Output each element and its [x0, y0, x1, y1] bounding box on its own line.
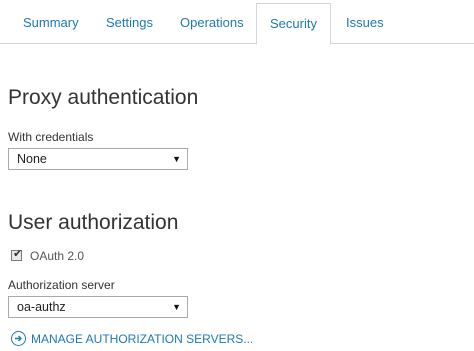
tab-operations[interactable]: Operations: [180, 14, 244, 32]
authorization-server-select[interactable]: oa-authz ▼: [8, 296, 188, 318]
proxy-authentication-heading: Proxy authentication: [8, 86, 199, 109]
tab-security[interactable]: Security: [256, 3, 331, 45]
dropdown-arrow-icon: ▼: [172, 154, 181, 164]
tab-settings[interactable]: Settings: [106, 14, 153, 32]
arrow-circle-icon: [11, 331, 26, 346]
authorization-server-label: Authorization server: [8, 278, 115, 292]
authorization-server-select-value: oa-authz: [17, 300, 66, 314]
checkmark-icon: ✔: [13, 248, 23, 260]
manage-authorization-servers-label: MANAGE AUTHORIZATION SERVERS...: [31, 332, 254, 346]
security-page: Summary Settings Operations Security Iss…: [0, 0, 474, 351]
oauth-checkbox-label: OAuth 2.0: [30, 249, 85, 263]
user-authorization-heading: User authorization: [8, 211, 179, 234]
tab-issues[interactable]: Issues: [346, 14, 384, 32]
oauth-checkbox[interactable]: ✔: [11, 248, 23, 261]
credentials-select[interactable]: None ▼: [8, 148, 188, 170]
credentials-select-value: None: [17, 152, 47, 166]
tab-summary[interactable]: Summary: [23, 14, 79, 32]
credentials-label: With credentials: [8, 130, 94, 144]
tab-strip: Summary Settings Operations Security Iss…: [0, 0, 474, 45]
dropdown-arrow-icon: ▼: [172, 302, 181, 312]
